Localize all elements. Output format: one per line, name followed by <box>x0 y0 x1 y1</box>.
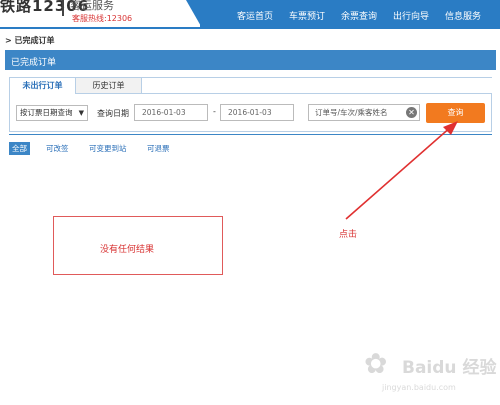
page: 铁路12306 客运服务 客服热线:12306 客运首页 车票预订 余票查询 出… <box>0 0 500 405</box>
baidu-watermark: ✿ Baidu 经验 jingyan.baidu.com <box>358 345 498 400</box>
watermark-url: jingyan.baidu.com <box>382 383 456 392</box>
paw-icon: ✿ <box>364 347 388 380</box>
click-annotation: 点击 <box>339 230 358 240</box>
watermark-brand: Baidu 经验 <box>402 358 497 378</box>
arrow-line <box>345 125 453 220</box>
